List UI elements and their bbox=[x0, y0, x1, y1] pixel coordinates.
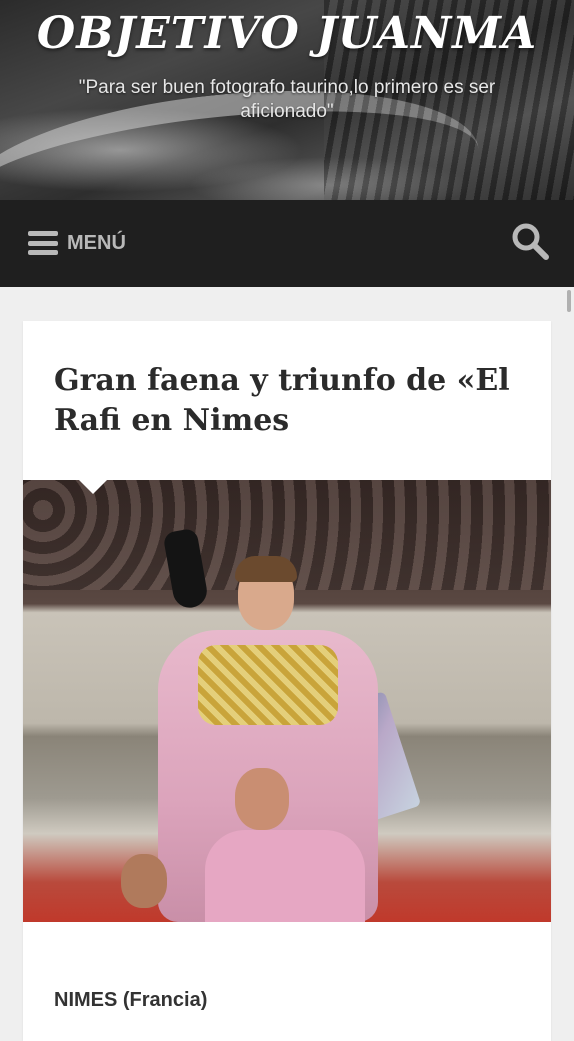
article-location: NIMES (Francia) bbox=[54, 989, 208, 1011]
search-button[interactable] bbox=[510, 221, 550, 261]
site-title[interactable]: OBJETIVO JUANMA bbox=[0, 8, 574, 59]
hamburger-icon bbox=[28, 231, 58, 255]
scrollbar[interactable] bbox=[567, 290, 571, 312]
menu-toggle-button[interactable]: MENÚ bbox=[28, 228, 126, 258]
search-icon bbox=[512, 223, 549, 260]
article-card: Gran faena y triunfo de «El Rafi en Nime… bbox=[23, 321, 551, 1041]
menu-label: MENÚ bbox=[67, 231, 126, 254]
site-header: OBJETIVO JUANMA "Para ser buen fotografo… bbox=[0, 0, 574, 200]
featured-image[interactable] bbox=[23, 480, 551, 922]
nav-bar: MENÚ bbox=[0, 200, 574, 287]
image-notch bbox=[79, 480, 107, 494]
article-title[interactable]: Gran faena y triunfo de «El Rafi en Nime… bbox=[54, 361, 514, 441]
site-tagline: "Para ser buen fotografo taurino,lo prim… bbox=[78, 77, 496, 122]
